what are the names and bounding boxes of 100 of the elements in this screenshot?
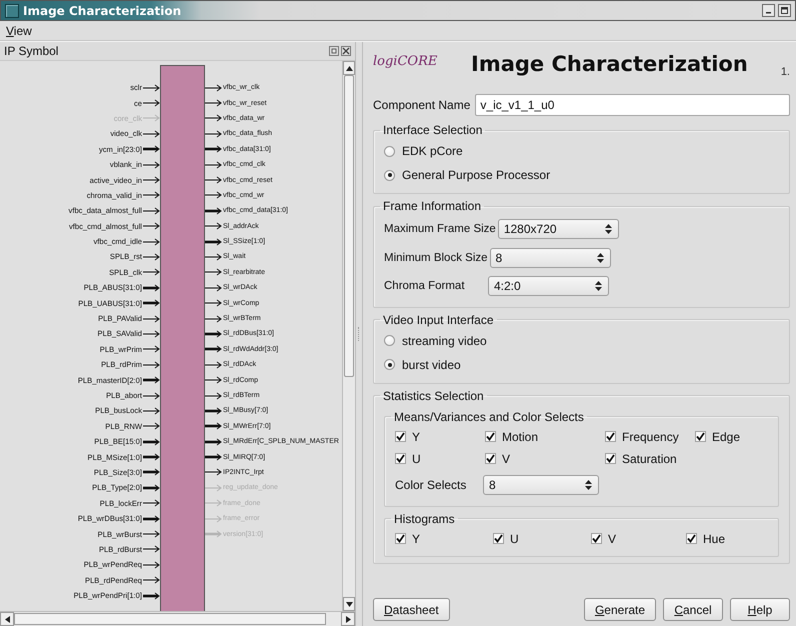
- pin-arrow-icon: [143, 206, 160, 215]
- pin-arrow-icon: [143, 84, 160, 92]
- pin-arrow-icon: [143, 268, 160, 276]
- checkbox[interactable]: [695, 431, 706, 442]
- checkbox[interactable]: [591, 533, 602, 544]
- checkbox[interactable]: [395, 453, 406, 464]
- maximize-icon[interactable]: [778, 4, 791, 18]
- pin-arrow-icon: [205, 130, 222, 138]
- scrollbar-thumb[interactable]: [14, 613, 326, 625]
- pin-arrow-icon: [205, 299, 222, 308]
- checkbox-label: V: [502, 452, 510, 466]
- pin-arrow-icon: [205, 99, 222, 108]
- pin-arrow-icon: [143, 252, 160, 261]
- pin-arrow-icon: [143, 560, 160, 569]
- spinner-arrows-icon: [604, 224, 612, 234]
- pin-arrow-icon: [143, 376, 160, 384]
- scroll-left-icon[interactable]: [0, 612, 14, 626]
- pin-arrow-icon: [143, 360, 160, 369]
- scroll-right-icon[interactable]: [341, 612, 355, 626]
- pin-arrow-icon: [205, 284, 222, 292]
- field-label: Maximum Frame Size: [384, 223, 496, 236]
- scroll-up-icon[interactable]: [343, 61, 355, 75]
- pin-arrow-icon: [205, 345, 222, 354]
- dropdown[interactable]: 8: [483, 474, 599, 494]
- checkbox[interactable]: [395, 533, 406, 544]
- field-label: Chroma Format: [384, 280, 466, 292]
- radio-button[interactable]: [384, 170, 395, 180]
- checkbox[interactable]: [485, 431, 496, 442]
- checkbox-label: Edge: [712, 430, 740, 444]
- pin-arrow-icon: [205, 392, 222, 400]
- pin-arrow-icon: [143, 345, 160, 354]
- push-button[interactable]: Cancel: [663, 598, 723, 621]
- dropdown[interactable]: 8: [490, 248, 611, 268]
- scroll-down-icon[interactable]: [343, 597, 355, 611]
- checkbox-label: Y: [412, 532, 420, 546]
- pin-arrow-icon: [143, 160, 160, 169]
- pin-arrow-icon: [205, 499, 222, 508]
- close-icon[interactable]: [341, 46, 351, 56]
- push-button[interactable]: Datasheet: [373, 598, 450, 621]
- pin-arrow-icon: [143, 145, 160, 154]
- group-title: Means/Variances and Color Selects: [393, 410, 585, 424]
- panel-title: IP Symbol: [4, 44, 58, 58]
- pin-arrow-icon: [143, 176, 160, 184]
- pin-arrow-icon: [143, 499, 160, 508]
- pin-arrow-icon: [143, 299, 160, 308]
- pin-arrow-icon: [143, 592, 160, 600]
- pin-arrow-icon: [143, 545, 160, 554]
- scrollbar-thumb[interactable]: [344, 75, 354, 377]
- radio-button[interactable]: [384, 359, 395, 370]
- checkbox-label: U: [510, 532, 519, 546]
- pin-arrow-icon: [205, 468, 222, 476]
- pin-arrow-icon: [143, 530, 160, 538]
- pin-arrow-icon: [143, 330, 160, 338]
- pin-arrow-icon: [205, 176, 222, 184]
- group-title: Interface Selection: [382, 123, 484, 137]
- push-button[interactable]: Generate: [584, 598, 656, 621]
- checkbox-label: Saturation: [622, 452, 677, 466]
- pin-arrow-icon: [205, 376, 222, 384]
- field-label: Component Name: [373, 98, 470, 112]
- pin-arrow-icon: [205, 484, 222, 492]
- pin-arrow-icon: [205, 160, 222, 169]
- checkbox[interactable]: [686, 533, 697, 544]
- checkbox[interactable]: [493, 533, 504, 544]
- pin-arrow-icon: [205, 360, 222, 369]
- spinner-arrows-icon: [595, 281, 602, 292]
- window-title: Image Characterization: [23, 4, 182, 18]
- pin-arrow-icon: [205, 145, 222, 154]
- splitter-handle[interactable]: [358, 327, 360, 341]
- pin-arrow-icon: [205, 268, 222, 276]
- input-field[interactable]: v_ic_v1_1_u0: [475, 94, 790, 116]
- pin-arrow-icon: [143, 314, 160, 323]
- pin-arrow-icon: [143, 576, 160, 584]
- minimize-icon[interactable]: [762, 4, 775, 18]
- push-button[interactable]: Help: [730, 598, 790, 621]
- checkbox[interactable]: [395, 431, 406, 442]
- checkbox[interactable]: [605, 453, 616, 464]
- pin-arrow-icon: [143, 191, 160, 200]
- pin-arrow-icon: [143, 130, 160, 138]
- checkbox[interactable]: [605, 431, 616, 442]
- field-label: Color Selects: [395, 478, 468, 492]
- pin-arrow-icon: [143, 406, 160, 415]
- checkbox-label: Motion: [502, 430, 538, 444]
- dropdown[interactable]: 1280x720: [498, 219, 619, 240]
- pin-arrow-icon: [205, 84, 222, 92]
- float-icon[interactable]: [329, 46, 339, 56]
- pin-arrow-icon: [205, 191, 222, 200]
- pin-arrow-icon: [205, 252, 222, 261]
- dropdown[interactable]: 4:2:0: [488, 276, 609, 296]
- checkbox[interactable]: [485, 453, 496, 464]
- radio-label: EDK pCore: [402, 144, 463, 158]
- radio-button[interactable]: [384, 146, 395, 156]
- pin-arrow-icon: [205, 422, 222, 430]
- pin-arrow-icon: [143, 514, 160, 523]
- pin-arrow-icon: [143, 484, 160, 492]
- field-label: Minimum Block Size: [384, 252, 488, 264]
- pin-arrow-icon: [143, 438, 160, 446]
- radio-button[interactable]: [384, 335, 395, 346]
- app-icon: [5, 4, 19, 18]
- menu-item[interactable]: View: [4, 24, 34, 38]
- checkbox-label: Hue: [703, 532, 726, 546]
